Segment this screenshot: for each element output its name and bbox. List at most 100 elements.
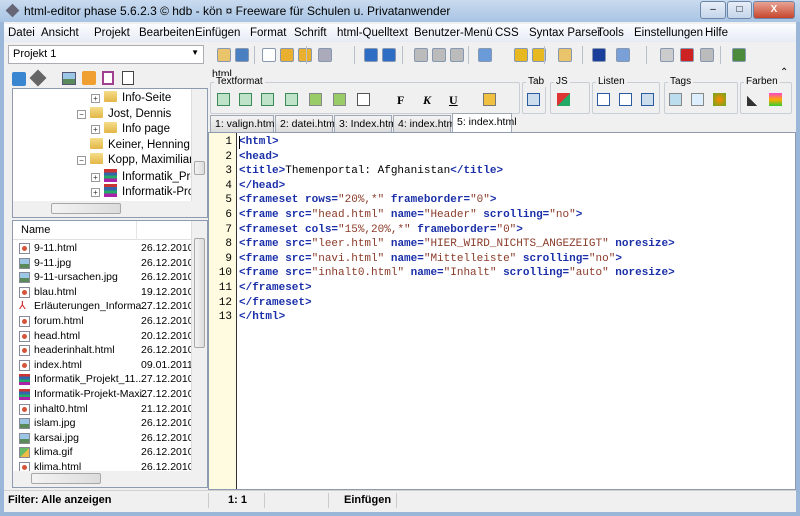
file-row[interactable]: klima.gif 26.12.2010	[13, 446, 195, 460]
align-left-icon[interactable]	[217, 93, 230, 106]
color-palette-icon[interactable]	[769, 93, 782, 106]
sort-down-icon[interactable]	[514, 48, 528, 62]
menu-item-format[interactable]: Format	[250, 27, 286, 39]
file-row[interactable]: 9-11.html 26.12.2010	[13, 242, 195, 256]
open-recent-icon[interactable]	[298, 48, 312, 62]
project-select[interactable]: Projekt 1 ▼	[8, 45, 204, 64]
tree-item[interactable]: − Jost, Dennis	[77, 106, 171, 120]
tree-item[interactable]: Keiner, Henning	[90, 137, 190, 151]
menu-item-css[interactable]: CSS	[495, 27, 519, 39]
tree-item[interactable]: − Kopp, Maximilian	[77, 153, 196, 166]
tag-list-icon[interactable]	[691, 93, 704, 106]
menu-item-benutzer-men-[interactable]: Benutzer-Menü	[414, 27, 493, 39]
maximize-button[interactable]: □	[727, 1, 752, 19]
paragraph-icon[interactable]	[592, 48, 606, 62]
open-project-icon[interactable]	[217, 48, 231, 62]
tab-1[interactable]: 1: valign.html	[210, 115, 277, 132]
tree-horizontal-scrollbar[interactable]	[13, 201, 207, 217]
tab-3[interactable]: 3: Index.html	[334, 115, 399, 132]
menu-item-syntax-parser[interactable]: Syntax Parser	[529, 27, 601, 39]
align-center-icon[interactable]	[239, 93, 252, 106]
file-row[interactable]: index.html 09.01.2011	[13, 359, 195, 373]
line-break-icon[interactable]	[357, 93, 370, 106]
bullet-list-icon[interactable]	[597, 93, 610, 106]
collapse-icon[interactable]: ⌃	[780, 67, 788, 78]
file-row[interactable]: islam.jpg 26.12.2010	[13, 417, 195, 431]
color-picker-icon[interactable]	[747, 93, 760, 106]
search-icon[interactable]	[478, 48, 492, 62]
file-row[interactable]: Informatik-Projekt-Maxi... 27.12.2010	[13, 388, 195, 402]
file-row[interactable]: blau.html 19.12.2010	[13, 286, 195, 300]
menu-item-datei[interactable]: Datei	[8, 27, 35, 39]
outdent-icon[interactable]	[333, 93, 346, 106]
collapse-icon[interactable]: −	[77, 109, 86, 119]
image-icon[interactable]	[62, 72, 76, 85]
bold-button[interactable]: F	[397, 93, 404, 108]
minimize-button[interactable]: –	[700, 1, 726, 19]
javascript-icon[interactable]	[557, 93, 570, 106]
italic-button[interactable]: K	[423, 93, 431, 108]
file-row[interactable]: forum.html 26.12.2010	[13, 315, 195, 329]
tree-item[interactable]: + Info-Seite	[91, 91, 171, 104]
tree-item[interactable]: + Informatik_Pro	[91, 168, 197, 183]
tree-item[interactable]: + Info page	[91, 122, 170, 135]
copy-icon[interactable]	[432, 48, 446, 62]
definition-list-icon[interactable]	[641, 93, 654, 106]
file-row[interactable]: Informatik_Projekt_11... 27.12.2010	[13, 373, 195, 387]
file-row[interactable]: 9-11.jpg 26.12.2010	[13, 257, 195, 271]
file-list-horizontal-scrollbar[interactable]	[13, 471, 207, 487]
tag-insert-icon[interactable]	[713, 93, 726, 106]
play-icon[interactable]	[660, 48, 674, 62]
tab-2[interactable]: 2: datei.html	[275, 115, 337, 132]
menu-item-tools[interactable]: Tools	[597, 27, 624, 39]
file-row[interactable]: inhalt0.html 21.12.2010	[13, 403, 195, 417]
open-file-icon[interactable]	[280, 48, 294, 62]
insert-file-icon[interactable]	[558, 48, 572, 62]
file-row[interactable]: 9-11-ursachen.jpg 26.12.2010	[13, 271, 195, 285]
menu-item-ansicht[interactable]: Ansicht	[41, 27, 79, 39]
menu-item-einstellungen[interactable]: Einstellungen	[634, 27, 703, 39]
table-icon[interactable]	[527, 93, 540, 106]
new-file-icon[interactable]	[262, 48, 276, 62]
collapse-icon[interactable]: −	[77, 156, 86, 165]
file-row[interactable]: karsai.jpg 26.12.2010	[13, 432, 195, 446]
column-header-name[interactable]: Name	[13, 221, 193, 240]
code-editor[interactable]: 1 2 3 4 5 6 7 8 9 10 11 12 13 <html> <head> <title>The…	[208, 132, 796, 490]
file-row[interactable]: ⅄ Erläuterungen_Informa... 27.12.2010	[13, 300, 195, 314]
underline-button[interactable]: U	[449, 93, 458, 108]
menu-item-projekt[interactable]: Projekt	[94, 27, 130, 39]
expand-icon[interactable]: +	[91, 125, 100, 134]
format-dropdown-icon[interactable]	[483, 93, 496, 106]
indent-icon[interactable]	[309, 93, 322, 106]
file-row[interactable]: head.html 20.12.2010	[13, 330, 195, 344]
file-row[interactable]: headerinhalt.html 26.12.2010	[13, 344, 195, 358]
tag-edit-icon[interactable]	[669, 93, 682, 106]
undo-icon[interactable]	[364, 48, 378, 62]
record-icon[interactable]	[680, 48, 694, 62]
tab-5[interactable]: 5: index.html	[452, 113, 517, 132]
align-right-icon[interactable]	[261, 93, 274, 106]
diamond-icon[interactable]	[29, 69, 47, 87]
expand-icon[interactable]: +	[91, 188, 100, 197]
menu-item-bearbeiten[interactable]: Bearbeiten	[139, 27, 195, 39]
justify-icon[interactable]	[285, 93, 298, 106]
tree-vertical-scrollbar[interactable]	[191, 89, 207, 201]
stop-icon[interactable]	[700, 48, 714, 62]
copy-window-icon[interactable]	[235, 48, 249, 62]
browser-preview-icon[interactable]	[732, 48, 746, 62]
expand-icon[interactable]: +	[91, 172, 100, 182]
file-list-vertical-scrollbar[interactable]	[191, 221, 207, 471]
menu-item-hilfe[interactable]: Hilfe	[705, 27, 728, 39]
new-folder-icon[interactable]	[82, 71, 96, 85]
numbered-list-icon[interactable]	[619, 93, 632, 106]
menu-item-einf-gen[interactable]: Einfügen	[195, 27, 240, 39]
close-button[interactable]: X	[753, 1, 795, 19]
tab-4[interactable]: 4: index.html	[393, 115, 458, 132]
paste-icon[interactable]	[450, 48, 464, 62]
redo-icon[interactable]	[382, 48, 396, 62]
refresh-icon[interactable]	[12, 72, 26, 86]
menu-item-html-quelltext[interactable]: html-Quelltext	[337, 27, 408, 39]
form-icon[interactable]	[102, 71, 114, 85]
save-icon[interactable]	[318, 48, 332, 62]
tree-item[interactable]: + Informatik-Pro	[91, 184, 194, 198]
